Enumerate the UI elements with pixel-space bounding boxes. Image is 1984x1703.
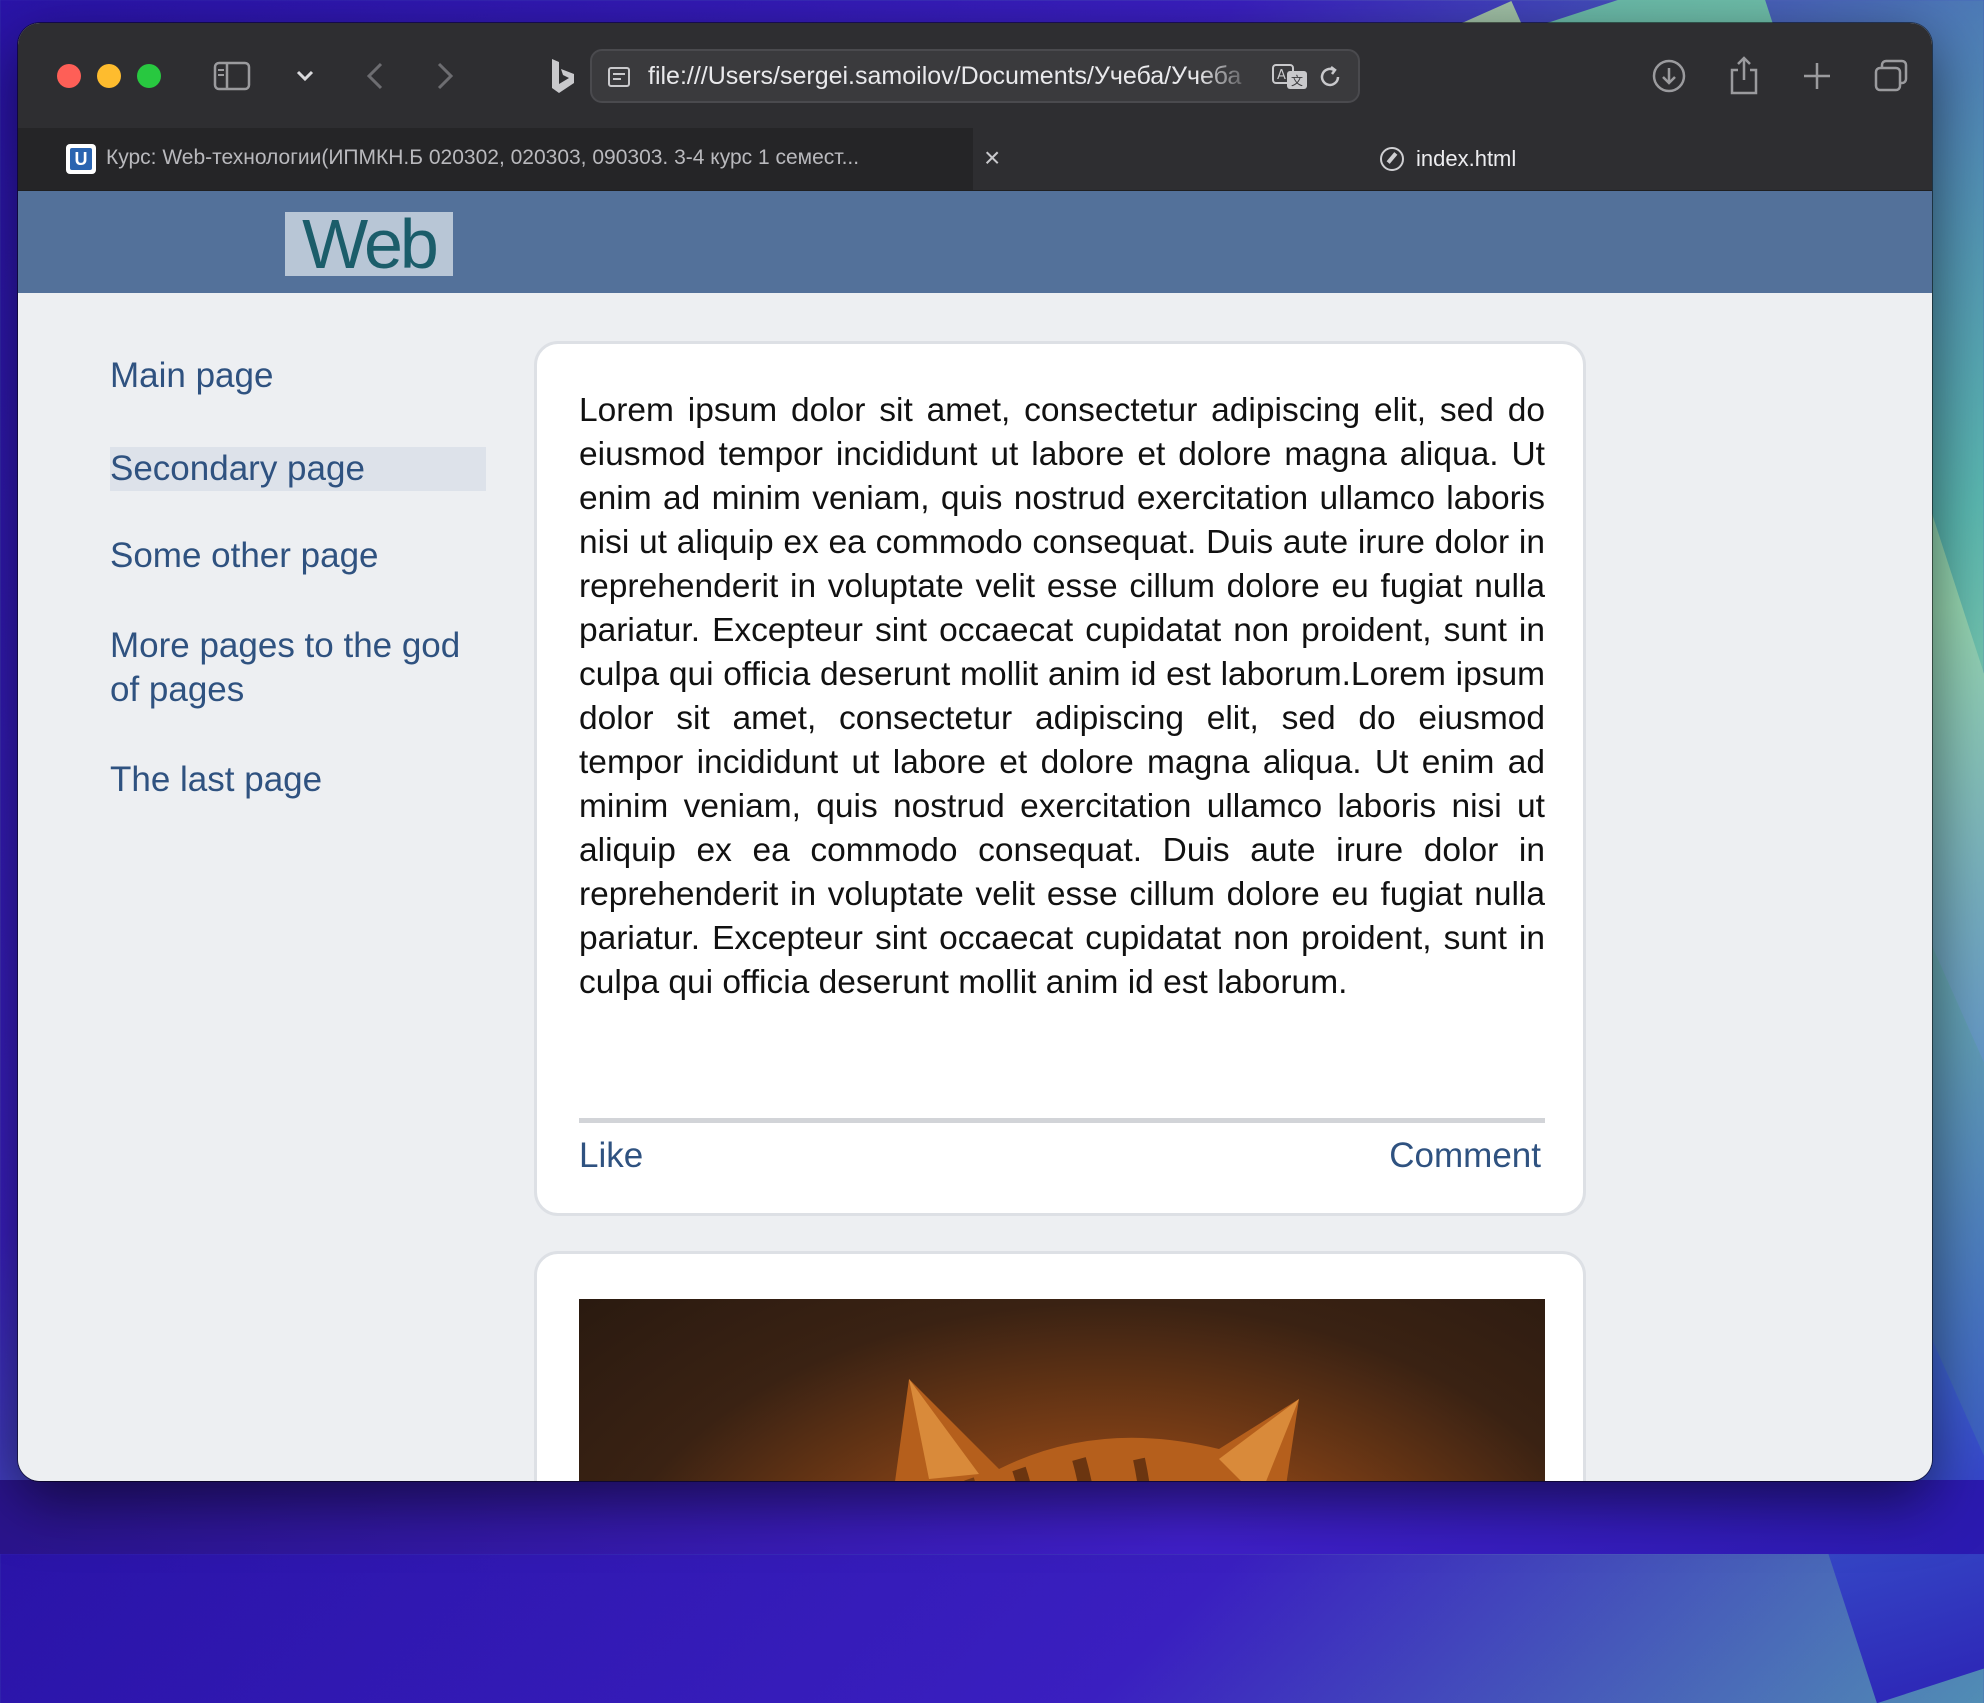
post-card: Lorem ipsum dolor sit amet, consectetur … [534,341,1586,1216]
tab-overview-icon[interactable] [1872,57,1910,95]
cat-photo [579,1299,1545,1481]
back-icon[interactable] [360,59,390,93]
browser-toolbar: file:///Users/sergei.samoilov/Documents/… [18,23,1932,128]
chevron-down-icon[interactable] [292,63,318,89]
minimize-window-button[interactable] [97,64,121,88]
post-card [534,1251,1586,1481]
tab-title: index.html [1416,146,1517,171]
sidebar-toggle-icon[interactable] [212,56,252,96]
zoom-window-button[interactable] [137,64,161,88]
site-header: Web [18,191,1932,293]
close-tab-icon[interactable]: × [984,144,1000,172]
university-favicon-icon: U [66,144,96,174]
svg-text:A: A [1277,68,1286,83]
nav-more-pages[interactable]: More pages to the god of pages [110,624,486,712]
nav-last-page[interactable]: The last page [110,758,486,802]
comment-button[interactable]: Comment [1389,1134,1541,1178]
download-icon[interactable] [1650,57,1688,95]
browser-window: file:///Users/sergei.samoilov/Documents/… [18,23,1932,1481]
wallpaper-bottom [0,1480,1984,1554]
web-page: Web Main page Secondary page Some other … [18,191,1932,1481]
new-tab-icon[interactable] [1800,59,1834,93]
tab-index[interactable]: index.html [1380,144,1516,174]
reload-icon[interactable] [1316,63,1344,91]
site-logo[interactable]: Web [285,209,453,279]
tab-course[interactable]: U Курс: Web-технологии(ИПМКН.Б 020302, 0… [18,128,1000,190]
tab-bar: U Курс: Web-технологии(ИПМКН.Б 020302, 0… [18,128,1932,191]
bing-icon[interactable] [546,56,580,96]
post-divider [579,1118,1545,1123]
address-bar[interactable]: file:///Users/sergei.samoilov/Documents/… [590,49,1360,103]
post-text: Lorem ipsum dolor sit amet, consectetur … [579,392,1545,1001]
compass-icon [1380,147,1404,171]
nav-main-page[interactable]: Main page [110,354,486,398]
nav-secondary-page[interactable]: Secondary page [110,447,486,491]
forward-icon[interactable] [430,59,460,93]
url-text[interactable]: file:///Users/sergei.samoilov/Documents/… [648,62,1258,91]
close-window-button[interactable] [57,64,81,88]
like-button[interactable]: Like [579,1134,643,1178]
nav-some-other-page[interactable]: Some other page [110,534,486,578]
share-icon[interactable] [1726,53,1762,97]
tab-title: Курс: Web-технологии(ИПМКН.Б 020302, 020… [106,146,860,169]
page-settings-icon[interactable] [606,64,632,90]
translate-icon[interactable]: A文 [1270,62,1310,92]
svg-text:文: 文 [1291,73,1303,88]
